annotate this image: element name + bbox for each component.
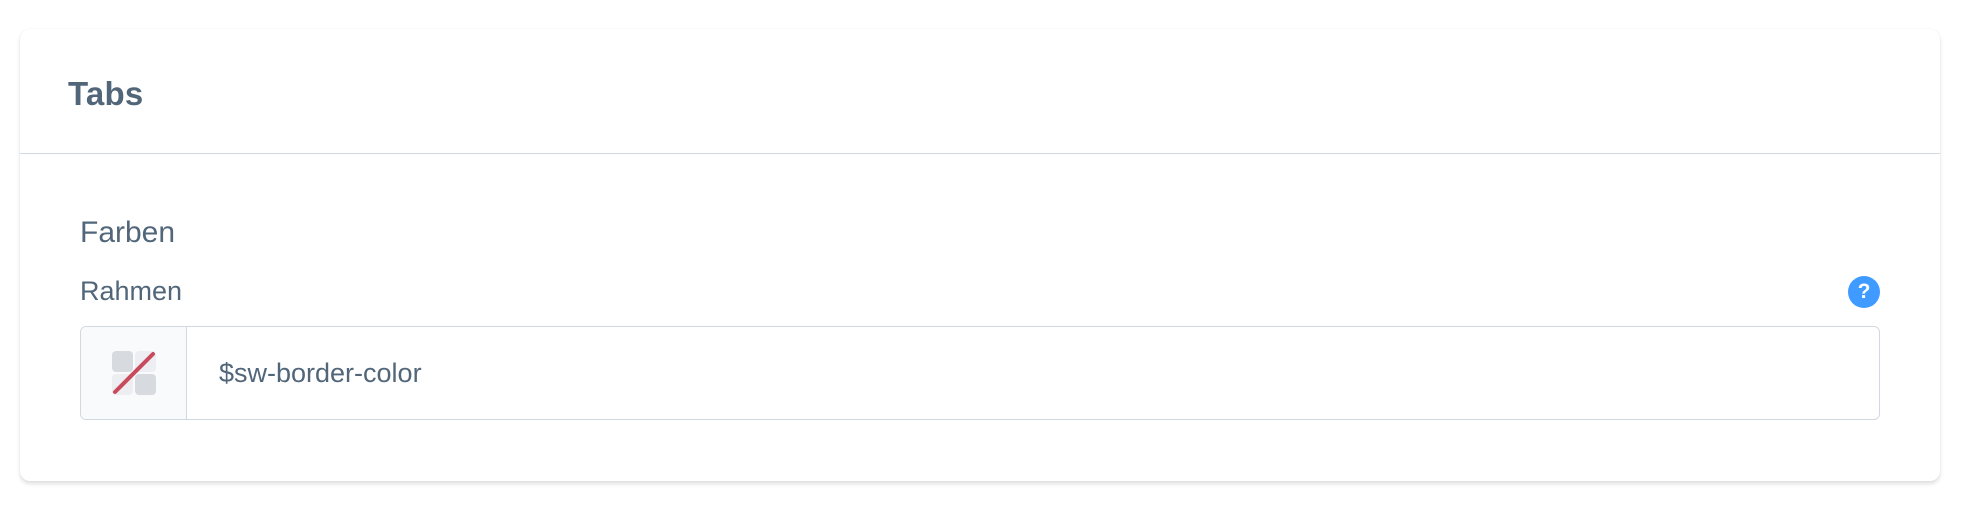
- color-picker-field: [80, 326, 1880, 420]
- question-icon[interactable]: ?: [1848, 276, 1880, 308]
- transparent-color-icon: [111, 351, 156, 395]
- color-swatch-button[interactable]: [81, 327, 187, 419]
- tabs-card: Tabs Farben Rahmen ?: [20, 29, 1940, 481]
- section-title: Farben: [80, 216, 176, 249]
- card-header: Tabs: [20, 29, 1940, 154]
- card-body: Farben Rahmen ?: [20, 154, 1940, 481]
- card-title: Tabs: [68, 75, 144, 112]
- field-label: Rahmen: [80, 276, 183, 306]
- color-value-input[interactable]: [187, 327, 1879, 419]
